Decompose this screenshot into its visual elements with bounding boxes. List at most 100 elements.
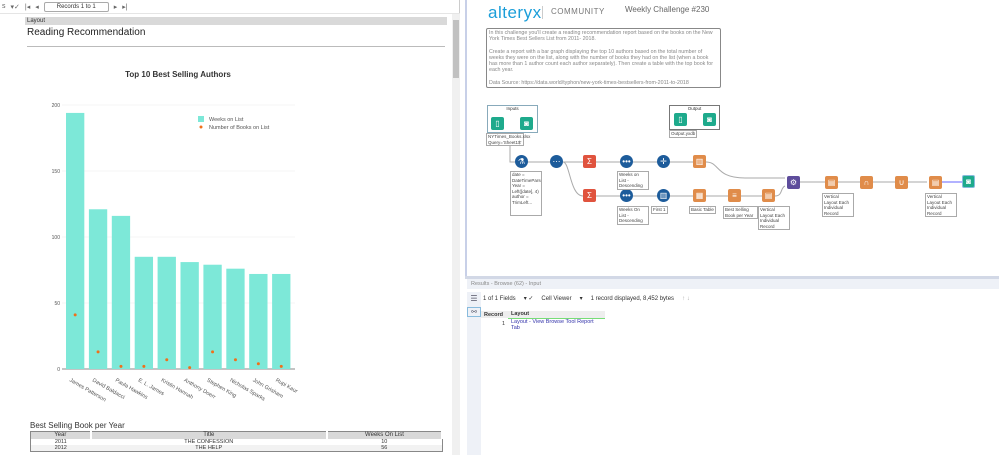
layout-tool-icon[interactable]: ▤ (929, 176, 942, 189)
data-point[interactable] (188, 366, 192, 370)
desc-para: Data Source: https://data.world/typhon/n… (489, 79, 689, 86)
fields-dropdown[interactable]: 1 of 1 Fields (483, 296, 516, 302)
bar[interactable] (157, 256, 176, 369)
checkmark-icon[interactable]: ▾ ✓ (524, 295, 534, 302)
browse-tool-icon[interactable]: ◙ (703, 113, 716, 126)
text-to-columns-tool-icon[interactable]: ⋯ (550, 155, 563, 168)
record-id-tool-icon[interactable]: ✛ (657, 155, 670, 168)
layout-tool-icon[interactable]: ▤ (762, 189, 775, 202)
desc-para: Create a report with a bar graph display… (489, 48, 713, 74)
sort-tool-icon[interactable]: ••• (620, 155, 633, 168)
browse-tool-icon[interactable]: ◙ (962, 175, 975, 188)
data-point[interactable] (279, 364, 283, 368)
data-point[interactable] (73, 313, 77, 317)
legend-label-books[interactable]: Number of Books on List (209, 125, 270, 131)
table-row[interactable]: 1 Layout - View Browse Tool Report Tab (481, 318, 605, 331)
footer-tool-icon[interactable]: ∪ (895, 176, 908, 189)
col-layout: Layout (508, 311, 605, 319)
records-field[interactable]: Records 1 to 1 (43, 1, 109, 12)
best-book-table: Year Title Weeks On List 2011 THE CONFESSIO… (30, 431, 443, 452)
bar[interactable] (272, 273, 291, 369)
tool-annotation: Best Selling Book per Year (723, 206, 758, 219)
formula-tool-icon[interactable]: ⚗ (515, 155, 528, 168)
container-title: Output (687, 106, 702, 111)
scrollbar-thumb[interactable] (453, 20, 459, 78)
cell: 56 (327, 444, 442, 451)
results-table: Record Layout 1 Layout - View Browse Tool … (481, 311, 605, 331)
alteryx-logo: alteryx (488, 3, 542, 22)
data-point[interactable] (233, 358, 237, 362)
vertical-scrollbar[interactable] (452, 14, 460, 455)
col-title: Title (90, 431, 328, 439)
bar[interactable] (111, 215, 131, 369)
results-sidebar: ☰ ⚯ (467, 292, 481, 455)
summarize-tool-icon[interactable]: Σ (583, 155, 596, 168)
dropdown-icon[interactable]: ▾✓ (11, 3, 20, 11)
dropdown-icon[interactable]: ▾ (580, 295, 583, 302)
results-summary: 1 record displayed, 8,452 bytes (590, 295, 675, 302)
input-data-tool-icon[interactable]: ▯ (674, 113, 687, 126)
data-point[interactable] (96, 350, 100, 354)
sample-tool-icon[interactable]: ▥ (657, 189, 670, 202)
table-view-icon[interactable]: ☰ (467, 294, 481, 303)
bar[interactable] (203, 264, 222, 369)
layout-column-header: Layout (25, 17, 447, 25)
record-number: 1 (501, 321, 505, 328)
legend-swatch-books (199, 125, 203, 129)
first-record-icon[interactable]: |◂ (25, 3, 30, 11)
join-tool-icon[interactable]: ⚙ (787, 176, 800, 189)
layout-cell[interactable]: Layout - View Browse Tool Report Tab (508, 318, 605, 331)
report-text-tool-icon[interactable]: ≡ (728, 189, 741, 202)
bar[interactable] (88, 209, 108, 369)
bar[interactable] (180, 262, 199, 369)
container-title: Inputs (506, 106, 519, 111)
chart-tool-icon[interactable]: ▥ (693, 155, 706, 168)
legend-swatch-weeks (198, 116, 204, 122)
binoculars-icon[interactable]: ⚯ (467, 307, 481, 317)
legend-label-weeks[interactable]: Weeks on List (209, 117, 244, 123)
fields-menu[interactable]: s (2, 3, 6, 10)
y-tick-label: 100 (52, 235, 61, 241)
bar[interactable] (226, 268, 245, 369)
y-tick-label: 150 (52, 169, 61, 175)
cell-viewer-dropdown[interactable]: Cell Viewer (541, 296, 571, 302)
challenge-description: In this challenge you'll create a readin… (486, 28, 721, 88)
table-tool-icon[interactable]: ▦ (693, 189, 706, 202)
data-point[interactable] (211, 350, 215, 354)
next-record-icon[interactable]: ▸ (114, 3, 118, 11)
header-tool-icon[interactable]: ∩ (860, 176, 873, 189)
tool-annotation: Vertical Layout Each Individual Record (925, 193, 957, 217)
input-data-tool-icon[interactable]: ▯ (491, 117, 504, 130)
challenge-title: Weekly Challenge #230 (625, 5, 710, 14)
cell: THE HELP (90, 444, 327, 451)
community-label: COMMUNITY (551, 7, 605, 16)
bar[interactable] (66, 112, 85, 370)
last-record-icon[interactable]: ▸| (122, 3, 127, 11)
prev-record-icon[interactable]: ◂ (35, 3, 39, 11)
tool-annotation: Weeks on List - Descending (617, 171, 649, 190)
table-row: 2012 THE HELP 56 (30, 444, 442, 451)
summarize-tool-icon[interactable]: Σ (583, 189, 596, 202)
layout-tool-icon[interactable]: ▤ (825, 176, 838, 189)
bar[interactable] (134, 256, 154, 369)
sort-tool-icon[interactable]: ••• (620, 189, 633, 202)
data-point[interactable] (119, 364, 123, 368)
data-point[interactable] (165, 358, 169, 362)
preview-toolbar: s ▾✓ |◂ ◂ Records 1 to 1 ▸ ▸| (0, 0, 460, 14)
results-toolbar: 1 of 1 Fields ▾ ✓ Cell Viewer ▾ 1 record d… (483, 295, 690, 303)
tool-annotation: Basic Table (689, 206, 716, 214)
data-point[interactable] (142, 364, 146, 368)
tool-annotation: Weeks On List - Descending (617, 206, 649, 225)
bar[interactable] (249, 273, 268, 369)
browse-tool-icon[interactable]: ◙ (520, 117, 533, 130)
divider (27, 46, 445, 47)
tool-annotation: Vertical Layout Each Individual Record (758, 206, 790, 230)
tool-annotation: Vertical Layout Each Individual Record (822, 193, 854, 217)
tool-annotation: Output.yxdb (669, 130, 698, 138)
data-point[interactable] (256, 362, 260, 366)
y-tick-label: 0 (57, 367, 60, 373)
chart-title: Top 10 Best Selling Authors (125, 70, 231, 79)
results-pane (465, 276, 999, 455)
tool-annotation: date = DateTimeParse([date],"%m/%d/%y") … (510, 171, 542, 216)
sort-arrows-icon[interactable]: ↑ ↓ (682, 296, 690, 302)
